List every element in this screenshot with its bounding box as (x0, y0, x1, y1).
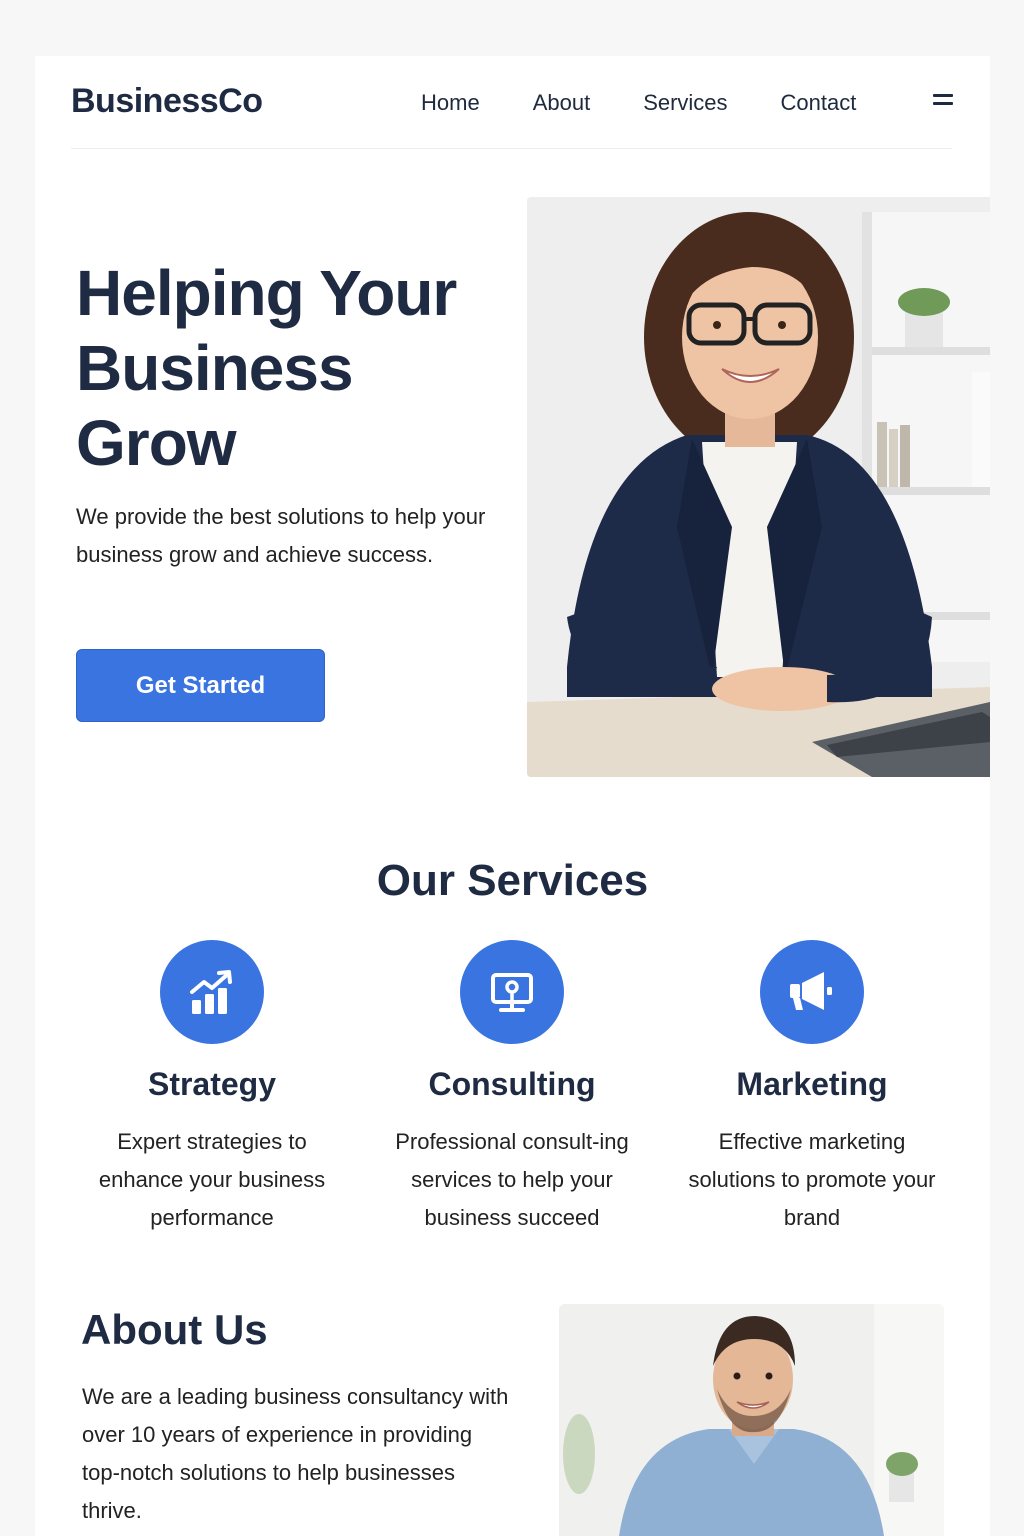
service-card-consulting: Consulting Professional consult-ing serv… (382, 940, 642, 1237)
service-desc: Effective marketing solutions to promote… (688, 1129, 936, 1230)
hero-photo (527, 197, 990, 777)
service-name: Marketing (736, 1066, 888, 1102)
nav-services[interactable]: Services (643, 90, 727, 116)
service-desc: Expert strategies to enhance your busine… (98, 1129, 326, 1230)
menu-icon-bar (933, 102, 953, 105)
nav-about[interactable]: About (533, 90, 591, 116)
service-card-strategy: Strategy Expert strategies to enhance yo… (82, 940, 342, 1237)
about-text: We are a leading business consultancy wi… (82, 1384, 509, 1523)
about-photo (559, 1304, 944, 1536)
get-started-button[interactable]: Get Started (76, 649, 325, 722)
menu-icon[interactable] (933, 94, 953, 108)
about-title: About Us (81, 1306, 268, 1353)
service-name: Consulting (428, 1066, 596, 1102)
services-title: Our Services (376, 856, 649, 905)
megaphone-icon (760, 940, 864, 1044)
service-desc: Professional consult-ing services to hel… (395, 1129, 629, 1230)
chart-growth-icon (160, 940, 264, 1044)
page: BusinessCo Home About Services Contact H… (35, 56, 990, 1536)
menu-icon-bar (933, 94, 953, 97)
header-divider (71, 148, 952, 149)
main-nav: Home About Services Contact (421, 90, 909, 116)
service-name: Strategy (147, 1066, 277, 1102)
nav-home[interactable]: Home (421, 90, 480, 116)
brand-logo[interactable]: BusinessCo (71, 82, 263, 121)
nav-contact[interactable]: Contact (781, 90, 857, 116)
hero-title: Helping Your Business Grow (76, 257, 457, 479)
monitor-icon (460, 940, 564, 1044)
service-card-marketing: Marketing Effective marketing solutions … (682, 940, 942, 1237)
hero-text: We provide the best solutions to help yo… (76, 504, 486, 567)
